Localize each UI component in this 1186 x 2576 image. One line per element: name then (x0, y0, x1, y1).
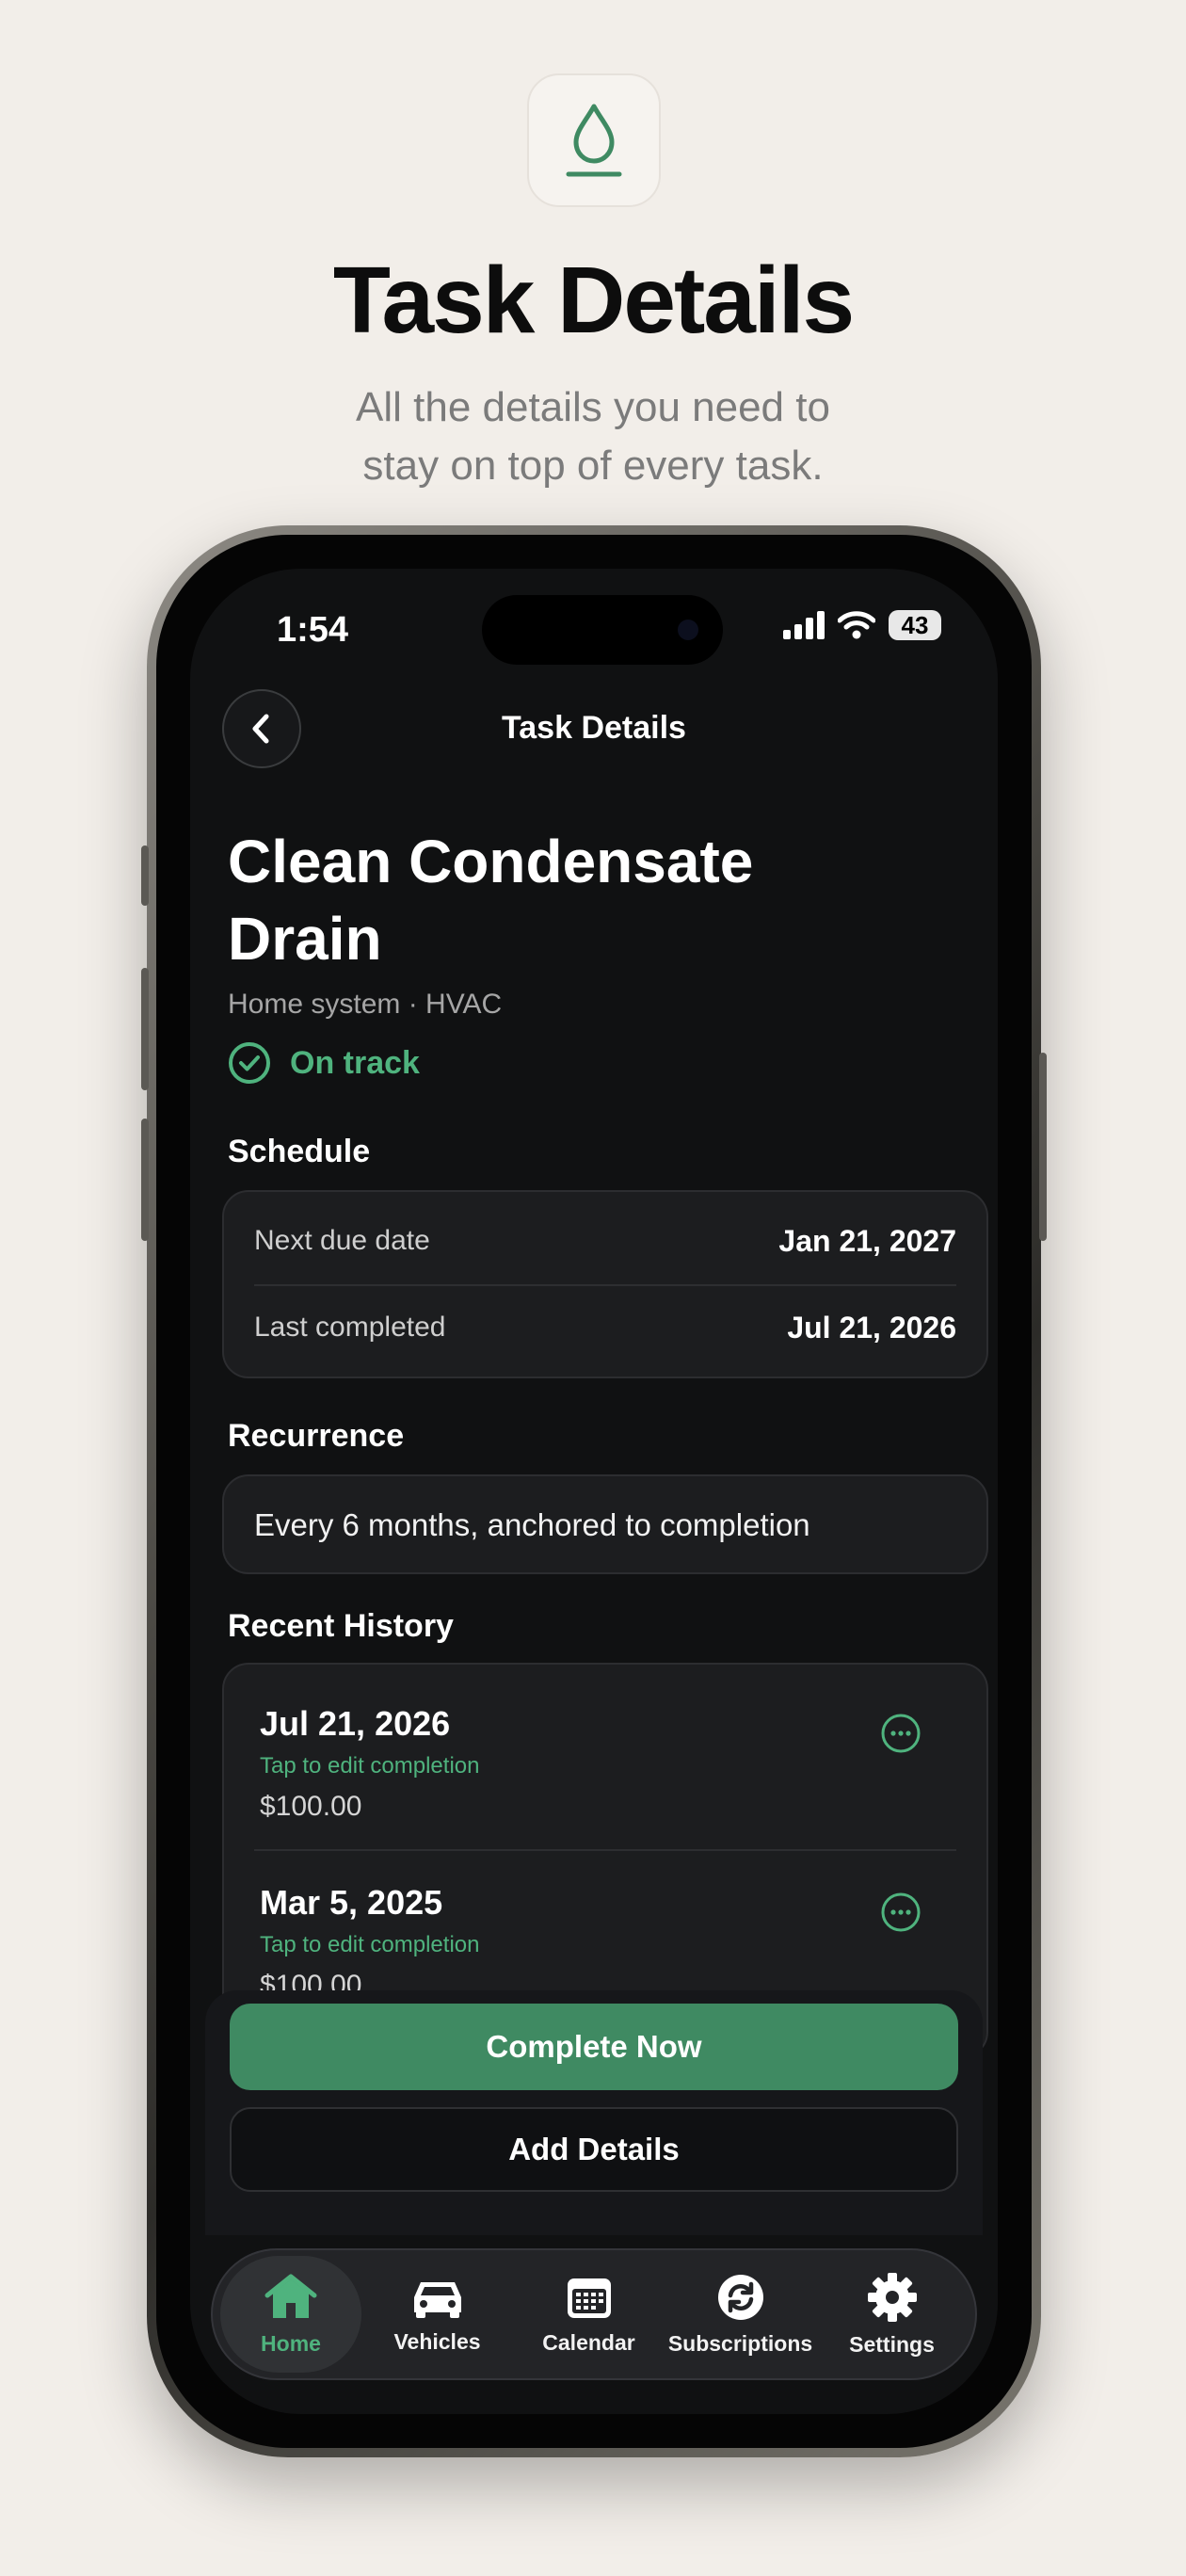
last-completed-value: Jul 21, 2026 (787, 1310, 956, 1344)
recurrence-text: Every 6 months, anchored to completion (254, 1507, 810, 1542)
tab-label: Settings (849, 2331, 935, 2357)
hero-subtitle: All the details you need to stay on top … (0, 378, 1186, 495)
volume-up-button (141, 968, 149, 1090)
status-time: 1:54 (277, 610, 349, 650)
tab-subscriptions[interactable]: Subscriptions (665, 2256, 816, 2373)
bezel: 1:54 43 Task Details Clean Condensate Dr… (156, 535, 1032, 2448)
tab-label: Subscriptions (667, 2330, 813, 2356)
task-title-line: Drain (228, 905, 382, 973)
task-title-line: Clean Condensate (228, 828, 754, 895)
next-due-value: Jan 21, 2027 (778, 1223, 956, 1258)
next-due-row: Next due date Jan 21, 2027 (254, 1199, 956, 1282)
history-heading: Recent History (228, 1608, 454, 1644)
signal-icon (783, 611, 825, 639)
action-button (141, 845, 149, 906)
next-due-label: Next due date (254, 1225, 430, 1256)
check-circle-icon (229, 1042, 270, 1084)
tab-label: Home (261, 2330, 321, 2356)
tab-settings[interactable]: Settings (816, 2256, 968, 2373)
task-category: Home system · HVAC (228, 989, 503, 1020)
phone-frame: 1:54 43 Task Details Clean Condensate Dr… (141, 525, 1047, 2457)
tab-vehicles[interactable]: Vehicles (361, 2256, 513, 2373)
task-title: Clean Condensate Drain (228, 823, 868, 977)
dynamic-island (482, 595, 723, 665)
add-details-button[interactable]: Add Details (230, 2107, 958, 2192)
calendar-icon (567, 2278, 611, 2318)
more-options-icon[interactable] (879, 1712, 922, 1755)
more-options-icon[interactable] (879, 1891, 922, 1934)
refresh-icon (717, 2274, 763, 2320)
tab-home[interactable]: Home (220, 2256, 361, 2373)
camera-icon (678, 620, 698, 640)
last-completed-label: Last completed (254, 1312, 446, 1343)
complete-now-button[interactable]: Complete Now (230, 2004, 958, 2090)
app-icon (527, 73, 661, 207)
history-item[interactable]: Jul 21, 2026 Tap to edit completion $100… (260, 1704, 951, 1823)
history-date: Mar 5, 2025 (260, 1883, 443, 1922)
water-drop-icon (566, 104, 622, 177)
schedule-card: Next due date Jan 21, 2027 Last complete… (222, 1190, 988, 1378)
recurrence-card[interactable]: Every 6 months, anchored to completion (222, 1474, 988, 1574)
status-icons: 43 (783, 610, 941, 640)
screen: 1:54 43 Task Details Clean Condensate Dr… (190, 569, 998, 2414)
divider (254, 1849, 956, 1851)
history-item[interactable]: Mar 5, 2025 Tap to edit completion $100.… (260, 1883, 951, 2002)
battery-icon: 43 (889, 610, 941, 640)
tab-label: Vehicles (393, 2328, 481, 2354)
status-badge: On track (228, 1041, 420, 1085)
last-completed-row: Last completed Jul 21, 2026 (254, 1286, 956, 1369)
home-icon (264, 2274, 317, 2318)
nav-title: Task Details (502, 710, 686, 746)
volume-down-button (141, 1119, 149, 1241)
car-icon (413, 2281, 461, 2318)
recurrence-heading: Recurrence (228, 1418, 405, 1454)
tab-bar: Home Vehicles Calendar Subscriptions Set… (211, 2248, 977, 2380)
wifi-icon (838, 611, 875, 639)
history-edit-hint[interactable]: Tap to edit completion (260, 1932, 951, 1958)
hero-subtitle-line: stay on top of every task. (362, 443, 824, 489)
hero-subtitle-line: All the details you need to (356, 384, 830, 430)
schedule-heading: Schedule (228, 1134, 371, 1169)
history-amount: $100.00 (260, 1791, 362, 1822)
power-button (1039, 1053, 1047, 1241)
tab-label: Calendar (542, 2329, 635, 2355)
history-date: Jul 21, 2026 (260, 1704, 451, 1743)
status-text: On track (290, 1044, 420, 1081)
history-edit-hint[interactable]: Tap to edit completion (260, 1753, 951, 1779)
hero-title: Task Details (332, 248, 855, 353)
gear-icon (867, 2272, 917, 2322)
tab-calendar[interactable]: Calendar (513, 2256, 665, 2373)
